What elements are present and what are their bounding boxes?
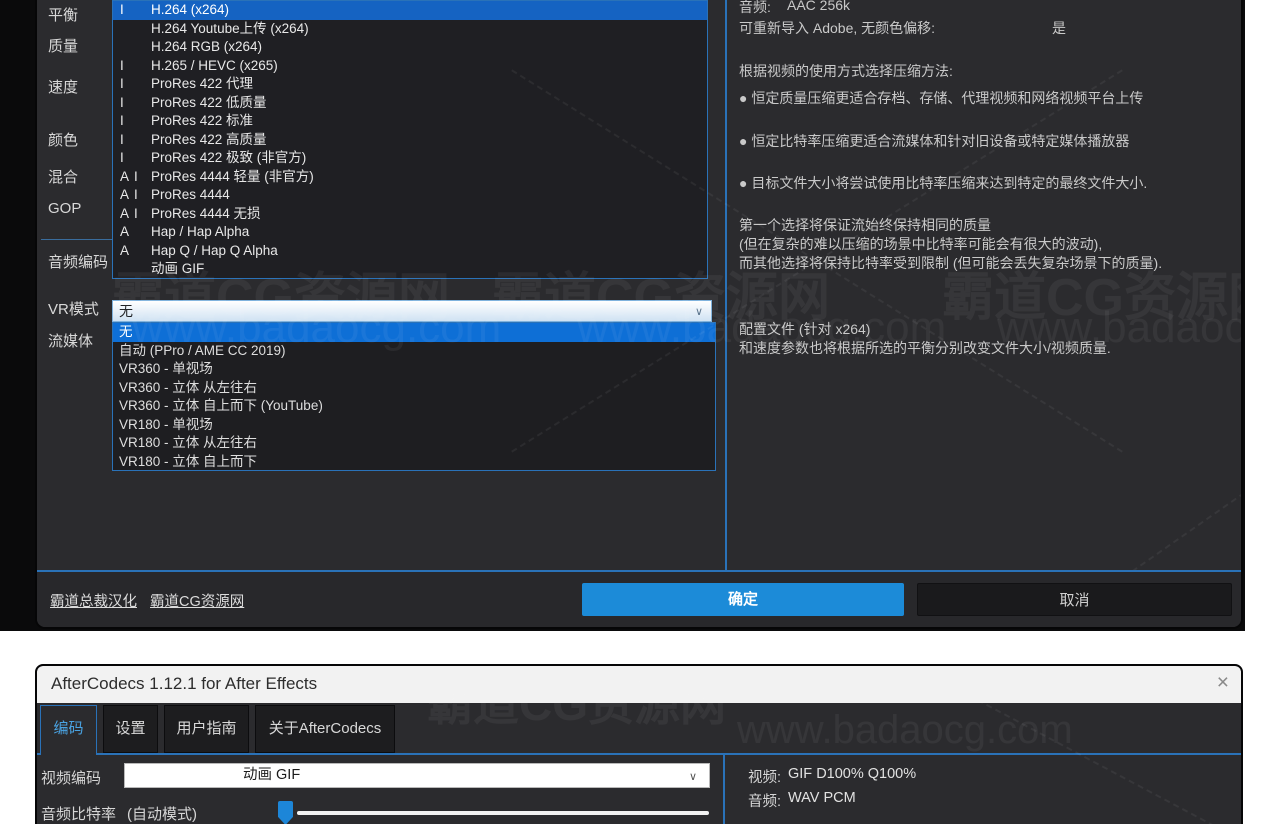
summary-audio-label: 音频: bbox=[748, 790, 781, 811]
info-audio-value: AAC 256k bbox=[787, 0, 850, 13]
codec-option[interactable]: A IProRes 4444 轻量 (非官方) bbox=[113, 168, 707, 187]
sidebar-item-streaming[interactable]: 流媒体 bbox=[48, 330, 93, 351]
codec-option[interactable]: 动画 GIF bbox=[113, 260, 707, 279]
sidebar-item-vr-mode[interactable]: VR模式 bbox=[48, 298, 99, 319]
info-bullet-2: ● 恒定比特率压缩更适合流媒体和针对旧设备或特定媒体播放器 bbox=[739, 131, 1129, 151]
info-para-2: (但在复杂的难以压缩的场景中比特率可能会有很大的波动), bbox=[739, 234, 1102, 254]
codec-option[interactable]: H.264 Youtube上传 (x264) bbox=[113, 20, 707, 39]
tab-about[interactable]: 关于AfterCodecs bbox=[255, 705, 395, 753]
codec-option[interactable]: AHap Q / Hap Q Alpha bbox=[113, 242, 707, 261]
video-codec-dropdown-list: IH.264 (x264) H.264 Youtube上传 (x264) H.2… bbox=[112, 0, 708, 279]
codec-badge: I bbox=[120, 75, 125, 94]
sidebar-item-muxing[interactable]: 混合 bbox=[48, 166, 78, 187]
audio-bitrate-slider-track[interactable] bbox=[297, 811, 709, 815]
sidebar-item-color[interactable]: 颜色 bbox=[48, 129, 78, 150]
info-reimport-value: 是 bbox=[1052, 18, 1066, 38]
tab-underline bbox=[37, 753, 1241, 755]
vr-mode-value: 无 bbox=[119, 303, 133, 319]
sidebar-item-speed[interactable]: 速度 bbox=[48, 76, 78, 97]
sidebar-item-quality[interactable]: 质量 bbox=[48, 35, 78, 56]
codec-option[interactable]: IProRes 422 低质量 bbox=[113, 94, 707, 113]
audio-bitrate-mode: (自动模式) bbox=[127, 803, 197, 824]
tab-settings[interactable]: 设置 bbox=[103, 705, 158, 753]
close-icon[interactable]: × bbox=[1217, 671, 1229, 695]
info-heading: 根据视频的使用方式选择压缩方法: bbox=[739, 61, 953, 81]
vr-option[interactable]: VR360 - 单视场 bbox=[113, 360, 715, 379]
codec-option[interactable]: IProRes 422 极致 (非官方) bbox=[113, 149, 707, 168]
vr-option[interactable]: VR180 - 单视场 bbox=[113, 416, 715, 435]
codec-badge: I bbox=[120, 149, 125, 168]
info-bullet-3: ● 目标文件大小将尝试使用比特率压缩来达到特定的最终文件大小. bbox=[739, 173, 1147, 193]
vr-option[interactable]: VR180 - 立体 自上而下 bbox=[113, 453, 715, 472]
info-para-3: 而其他选择将保持比特率受到限制 (但可能会丢失复杂场景下的质量). bbox=[739, 253, 1162, 273]
vr-option-selected[interactable]: 无 bbox=[113, 323, 715, 342]
panel-divider bbox=[725, 0, 727, 570]
codec-badge: A I bbox=[120, 168, 139, 187]
codec-badge: I bbox=[120, 1, 125, 20]
chevron-down-icon: ∨ bbox=[695, 302, 703, 322]
codec-badge: I bbox=[120, 131, 125, 150]
summary-audio-value: WAV PCM bbox=[788, 790, 856, 806]
codec-badge: I bbox=[120, 57, 125, 76]
vr-mode-dropdown-list: 无 自动 (PPro / AME CC 2019) VR360 - 单视场 VR… bbox=[112, 322, 716, 471]
page: 平衡 质量 速度 颜色 混合 GOP 音频编码 VR模式 流媒体 IH.264 … bbox=[0, 0, 1280, 824]
sidebar-item-audio-codec[interactable]: 音频编码 bbox=[48, 251, 108, 272]
codec-badge: A bbox=[120, 242, 130, 261]
info-profile-1: 配置文件 (针对 x264) bbox=[739, 319, 870, 339]
info-para-1: 第一个选择将保证流始终保持相同的质量 bbox=[739, 215, 991, 235]
translator-credit-link[interactable]: 霸道总裁汉化 bbox=[50, 590, 137, 611]
sidebar-item-balance[interactable]: 平衡 bbox=[48, 4, 78, 25]
info-profile-2: 和速度参数也将根据所选的平衡分别改变文件大小/视频质量. bbox=[739, 338, 1111, 358]
codec-option[interactable]: IProRes 422 代理 bbox=[113, 75, 707, 94]
info-bullet-1: ● 恒定质量压缩更适合存档、存储、代理视频和网络视频平台上传 bbox=[739, 88, 1143, 108]
codec-dialog-window: 平衡 质量 速度 颜色 混合 GOP 音频编码 VR模式 流媒体 IH.264 … bbox=[35, 0, 1243, 629]
sidebar-separator bbox=[41, 239, 112, 240]
codec-option[interactable]: A IProRes 4444 bbox=[113, 186, 707, 205]
sidebar-item-gop[interactable]: GOP bbox=[48, 200, 81, 217]
codec-badge: A I bbox=[120, 186, 139, 205]
tab-user-guide[interactable]: 用户指南 bbox=[164, 705, 249, 753]
summary-video-value: GIF D100% Q100% bbox=[788, 766, 916, 782]
tab-encoding[interactable]: 编码 bbox=[40, 705, 97, 755]
audio-bitrate-label: 音频比特率 bbox=[41, 803, 116, 824]
codec-badge: I bbox=[120, 94, 125, 113]
info-reimport-line: 可重新导入 Adobe, 无颜色偏移: 是 bbox=[739, 18, 935, 38]
video-codec-label: 视频编码 bbox=[41, 767, 101, 788]
aftercodecs-main-window: AfterCodecs 1.12.1 for After Effects × 编… bbox=[35, 664, 1243, 824]
watermark-url: www.badaocg.com bbox=[737, 708, 1073, 753]
codec-option[interactable]: IH.265 / HEVC (x265) bbox=[113, 57, 707, 76]
video-codec-value: 动画 GIF bbox=[243, 767, 300, 783]
audio-bitrate-slider-handle[interactable] bbox=[278, 801, 293, 824]
chevron-down-icon: ∨ bbox=[689, 766, 697, 789]
window-title: AfterCodecs 1.12.1 for After Effects bbox=[51, 674, 317, 694]
dialog-footer: 霸道总裁汉化 霸道CG资源网 确定 取消 bbox=[37, 572, 1241, 629]
codec-badge: A I bbox=[120, 205, 139, 224]
cancel-button[interactable]: 取消 bbox=[917, 583, 1232, 616]
site-credit-link[interactable]: 霸道CG资源网 bbox=[150, 590, 244, 611]
summary-video-label: 视频: bbox=[748, 766, 781, 787]
codec-option[interactable]: H.264 RGB (x264) bbox=[113, 38, 707, 57]
codec-badge: A bbox=[120, 223, 130, 242]
vr-option[interactable]: VR180 - 立体 从左往右 bbox=[113, 434, 715, 453]
title-bar[interactable]: AfterCodecs 1.12.1 for After Effects × bbox=[37, 666, 1241, 703]
codec-badge: I bbox=[120, 112, 125, 131]
codec-option[interactable]: AHap / Hap Alpha bbox=[113, 223, 707, 242]
codec-option[interactable]: A IProRes 4444 无损 bbox=[113, 205, 707, 224]
codec-option[interactable]: IProRes 422 高质量 bbox=[113, 131, 707, 150]
vr-mode-combobox[interactable]: 无 ∨ bbox=[112, 300, 712, 322]
codec-option-selected[interactable]: IH.264 (x264) bbox=[113, 1, 707, 20]
info-audio-line: 音频: AAC 256k bbox=[739, 0, 771, 17]
vr-option[interactable]: VR360 - 立体 从左往右 bbox=[113, 379, 715, 398]
codec-option[interactable]: IProRes 422 标准 bbox=[113, 112, 707, 131]
vr-option[interactable]: 自动 (PPro / AME CC 2019) bbox=[113, 342, 715, 361]
video-codec-combobox[interactable]: 动画 GIF ∨ bbox=[124, 763, 710, 788]
codec-dialog-backdrop: 平衡 质量 速度 颜色 混合 GOP 音频编码 VR模式 流媒体 IH.264 … bbox=[0, 0, 1245, 631]
panel-divider bbox=[723, 755, 725, 824]
vr-option[interactable]: VR360 - 立体 自上而下 (YouTube) bbox=[113, 397, 715, 416]
ok-button[interactable]: 确定 bbox=[582, 583, 904, 616]
